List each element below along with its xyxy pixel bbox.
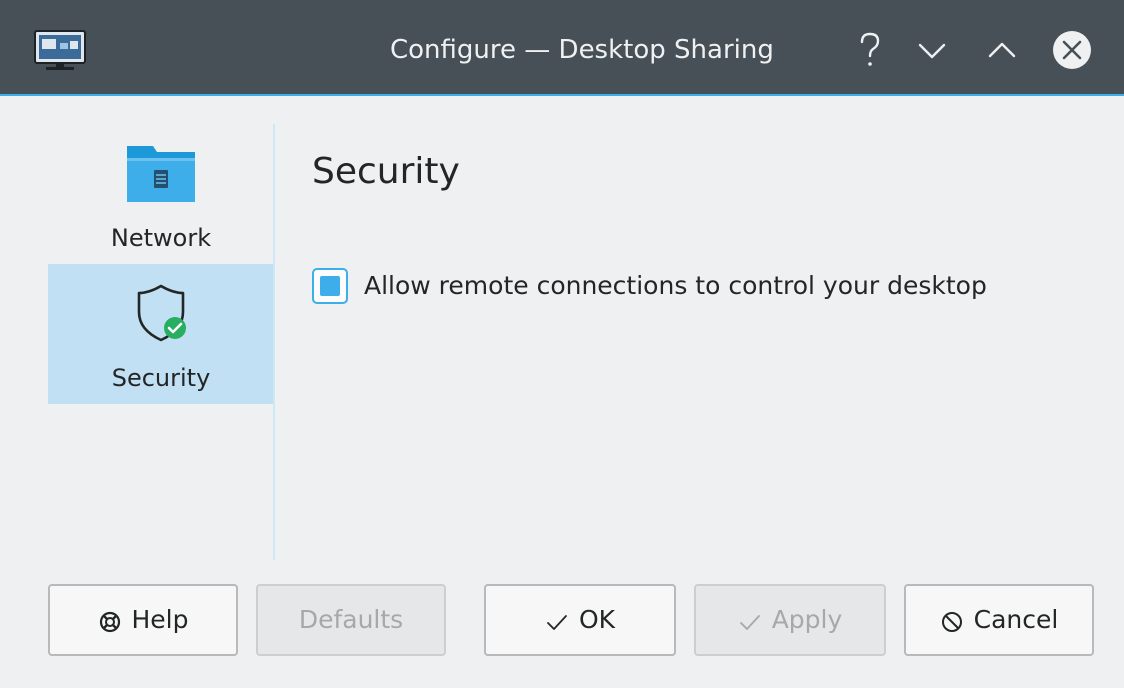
defaults-button[interactable]: Defaults <box>256 584 446 656</box>
sidebar-item-label: Security <box>111 364 211 392</box>
close-icon <box>1053 31 1091 69</box>
apply-button[interactable]: Apply <box>694 584 886 656</box>
page-title: Security <box>312 151 460 192</box>
maximize-button[interactable] <box>980 28 1024 72</box>
lifebuoy-icon <box>98 587 122 655</box>
sidebar-item-label: Network <box>110 224 212 252</box>
help-button[interactable]: Help <box>48 584 238 656</box>
cancel-icon <box>940 587 964 655</box>
cancel-button[interactable]: Cancel <box>904 584 1094 656</box>
checkmark-icon <box>738 587 762 655</box>
title-bar[interactable]: Configure — Desktop Sharing <box>0 0 1124 96</box>
sidebar-item-network[interactable]: Network <box>48 124 274 264</box>
help-title-button[interactable] <box>848 28 892 72</box>
cancel-button-label: Cancel <box>973 605 1059 634</box>
ok-button[interactable]: OK <box>484 584 676 656</box>
ok-button-label: OK <box>578 605 616 634</box>
allow-remote-control-label[interactable]: Allow remote connections to control your… <box>364 266 987 306</box>
folder-network-icon <box>127 146 195 202</box>
chevron-down-icon <box>918 43 946 59</box>
checkmark-icon <box>545 587 569 655</box>
help-button-label: Help <box>131 605 189 634</box>
desktop-sharing-app-icon <box>34 30 86 70</box>
apply-button-label: Apply <box>771 605 843 634</box>
allow-remote-control-checkbox[interactable] <box>312 268 348 304</box>
close-button[interactable] <box>1050 28 1094 72</box>
chevron-up-icon <box>988 42 1016 58</box>
shield-check-icon <box>137 284 186 342</box>
dialog-content: Network Security Security Allow remote c… <box>0 98 1124 688</box>
sidebar-divider <box>273 124 275 560</box>
question-mark-icon <box>860 32 880 66</box>
sidebar-item-security[interactable]: Security <box>48 264 274 404</box>
page-list-sidebar: Network Security <box>48 124 274 564</box>
window-title: Configure — Desktop Sharing <box>390 35 774 65</box>
defaults-button-label: Defaults <box>298 605 404 634</box>
minimize-button[interactable] <box>910 28 954 72</box>
checkbox-checked-mark <box>320 276 340 296</box>
